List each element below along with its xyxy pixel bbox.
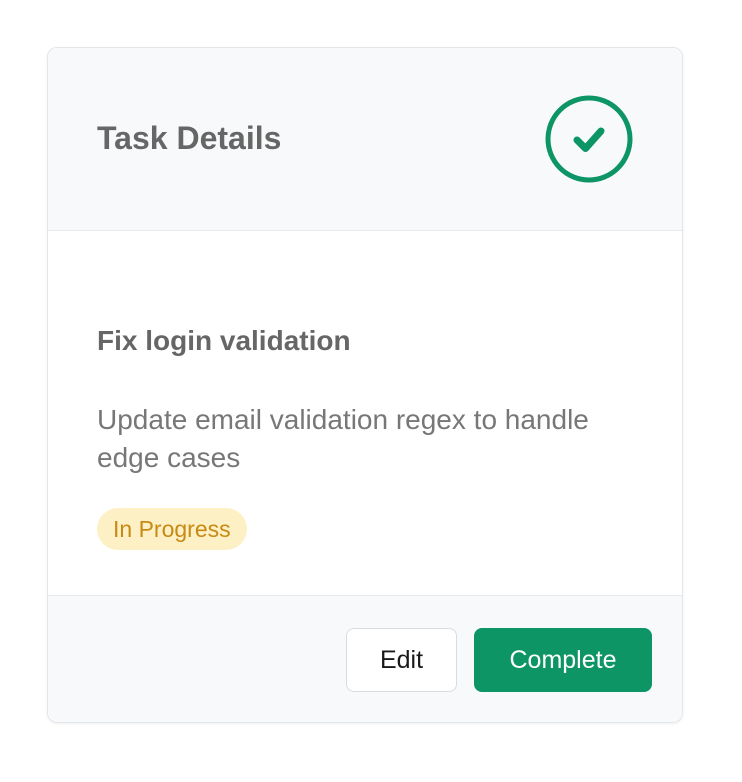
task-description: Update email validation regex to handle … xyxy=(97,404,589,473)
check-circle-icon xyxy=(545,95,633,183)
status-badge: In Progress xyxy=(97,508,247,550)
complete-button[interactable]: Complete xyxy=(474,628,652,692)
card-header: Task Details xyxy=(48,48,682,231)
task-details-card: Task Details Fix login validation Update… xyxy=(47,47,683,723)
card-title: Task Details xyxy=(97,120,282,156)
card-body: Fix login validation Update email valida… xyxy=(48,231,682,595)
card-footer: Edit Complete xyxy=(48,595,682,722)
task-name: Fix login validation xyxy=(97,325,351,356)
edit-button[interactable]: Edit xyxy=(346,628,457,692)
